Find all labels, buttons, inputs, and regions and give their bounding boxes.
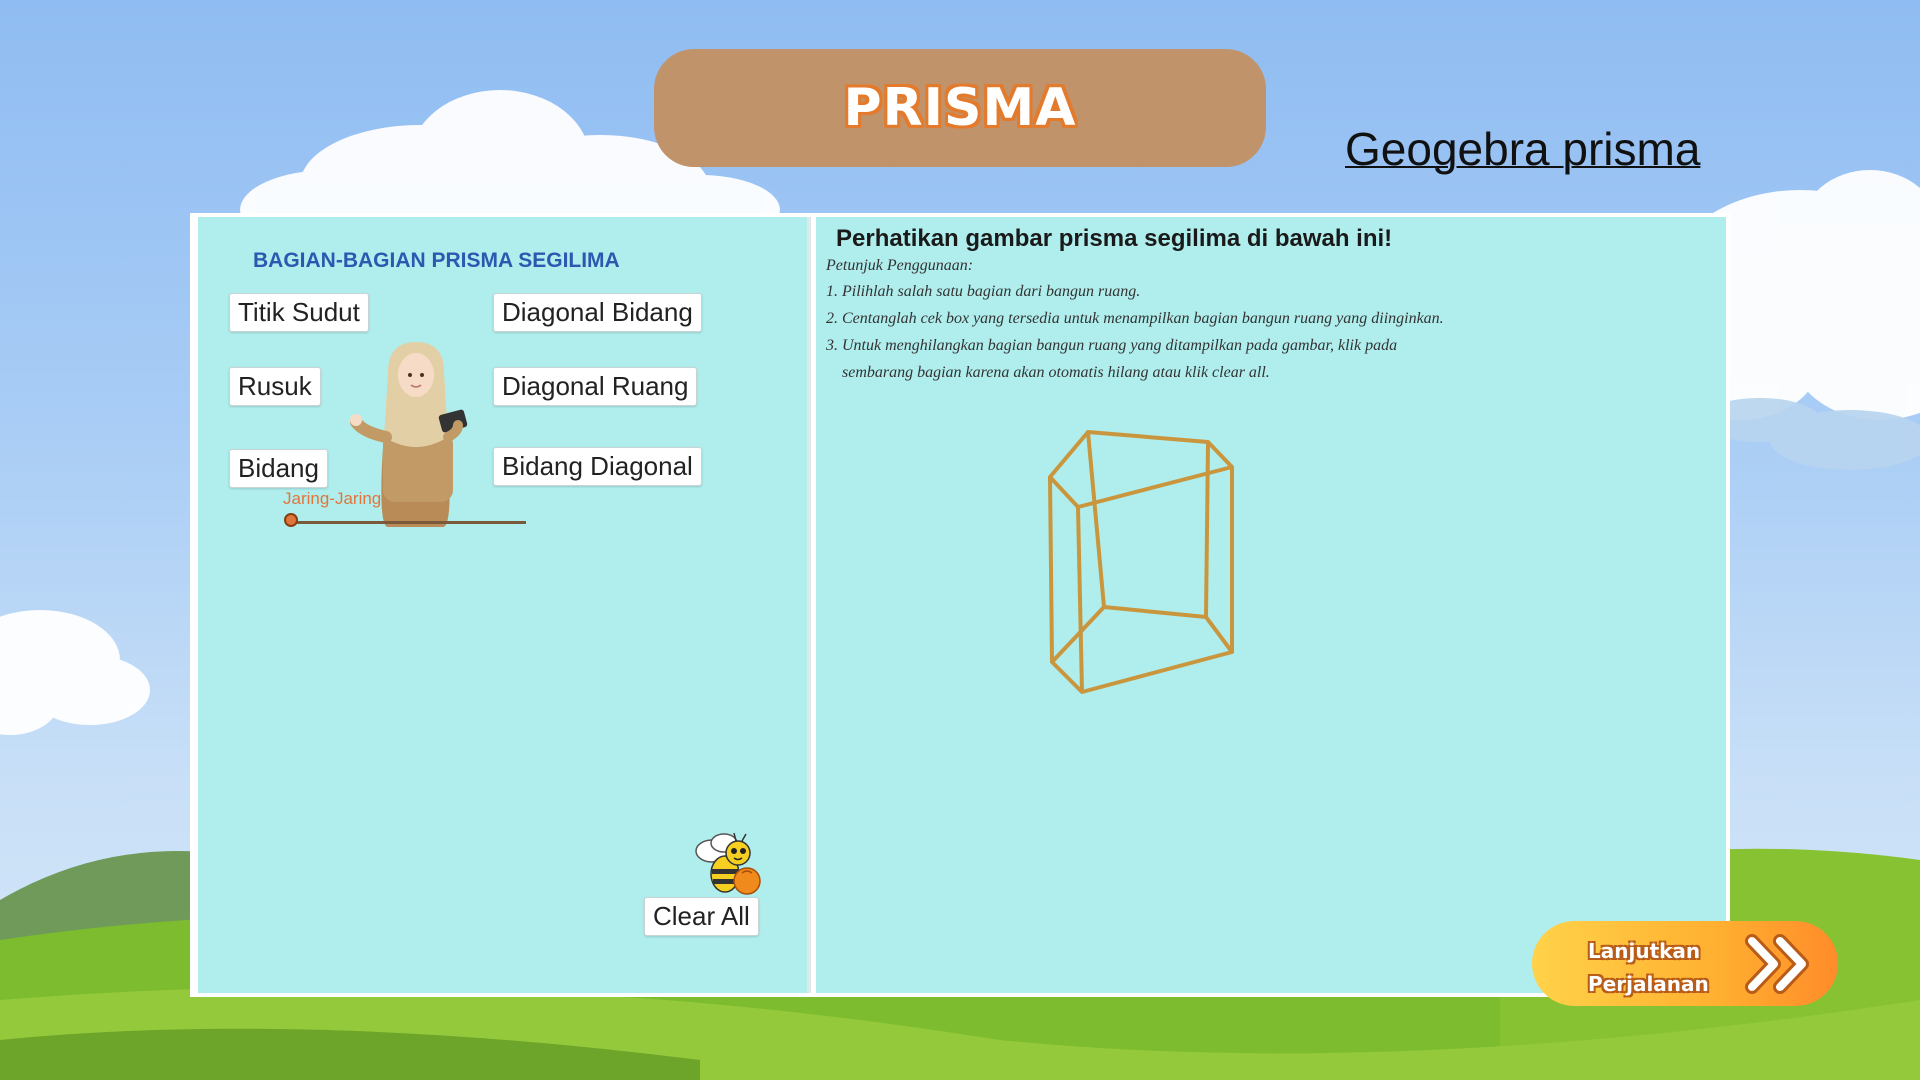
clear-all-button[interactable]: Clear All	[644, 897, 759, 936]
bee-icon	[695, 832, 761, 895]
geogebra-applet: BAGIAN-BAGIAN PRISMA SEGILIMA Titik Sudu…	[190, 213, 1730, 997]
instruction-line: 2. Centanglah cek box yang tersedia untu…	[826, 310, 1444, 327]
instructions-heading: Petunjuk Penggunaan:	[826, 257, 974, 274]
prism-top-face	[1048, 430, 1234, 509]
prism-edge	[1048, 476, 1054, 663]
continue-button-label: Lanjutkan Perjalanan	[1588, 939, 1709, 996]
bidang-button[interactable]: Bidang	[229, 449, 328, 488]
prism-edge	[1076, 506, 1084, 693]
lanjutkan-perjalanan-button[interactable]: Lanjutkan Perjalanan	[1532, 921, 1838, 1006]
title-banner: PRISMA	[654, 49, 1266, 167]
titik-sudut-button[interactable]: Titik Sudut	[229, 293, 369, 332]
diagonal-ruang-button[interactable]: Diagonal Ruang	[493, 367, 698, 406]
right-panel-title: Perhatikan gambar prisma segilima di baw…	[836, 225, 1393, 252]
instruction-line: 1. Pilihlah salah satu bagian dari bangu…	[826, 283, 1141, 300]
right-panel: Perhatikan gambar prisma segilima di baw…	[816, 217, 1726, 993]
pentagonal-prism-wireframe	[1048, 430, 1234, 694]
bidang-diagonal-button[interactable]: Bidang Diagonal	[493, 447, 702, 486]
geogebra-prisma-link[interactable]: Geogebra prisma	[1345, 122, 1700, 176]
jaring-jaring-slider-label: Jaring-Jaring	[283, 489, 382, 508]
instruction-line: 3. Untuk menghilangkan bagian bangun rua…	[826, 337, 1398, 354]
page-title: PRISMA	[843, 78, 1077, 138]
prism-edge	[1204, 441, 1210, 618]
left-panel: BAGIAN-BAGIAN PRISMA SEGILIMA Titik Sudu…	[198, 217, 811, 993]
prism-edge	[1086, 431, 1106, 608]
left-panel-title: BAGIAN-BAGIAN PRISMA SEGILIMA	[253, 249, 620, 272]
jaring-jaring-slider-handle[interactable]	[284, 513, 298, 527]
instruction-line: sembarang bagian karena akan otomatis hi…	[826, 364, 1270, 381]
jaring-jaring-slider-track[interactable]	[293, 521, 526, 524]
double-chevron-right-icon	[1745, 934, 1809, 994]
diagonal-bidang-button[interactable]: Diagonal Bidang	[493, 293, 702, 332]
rusuk-button[interactable]: Rusuk	[229, 367, 321, 406]
